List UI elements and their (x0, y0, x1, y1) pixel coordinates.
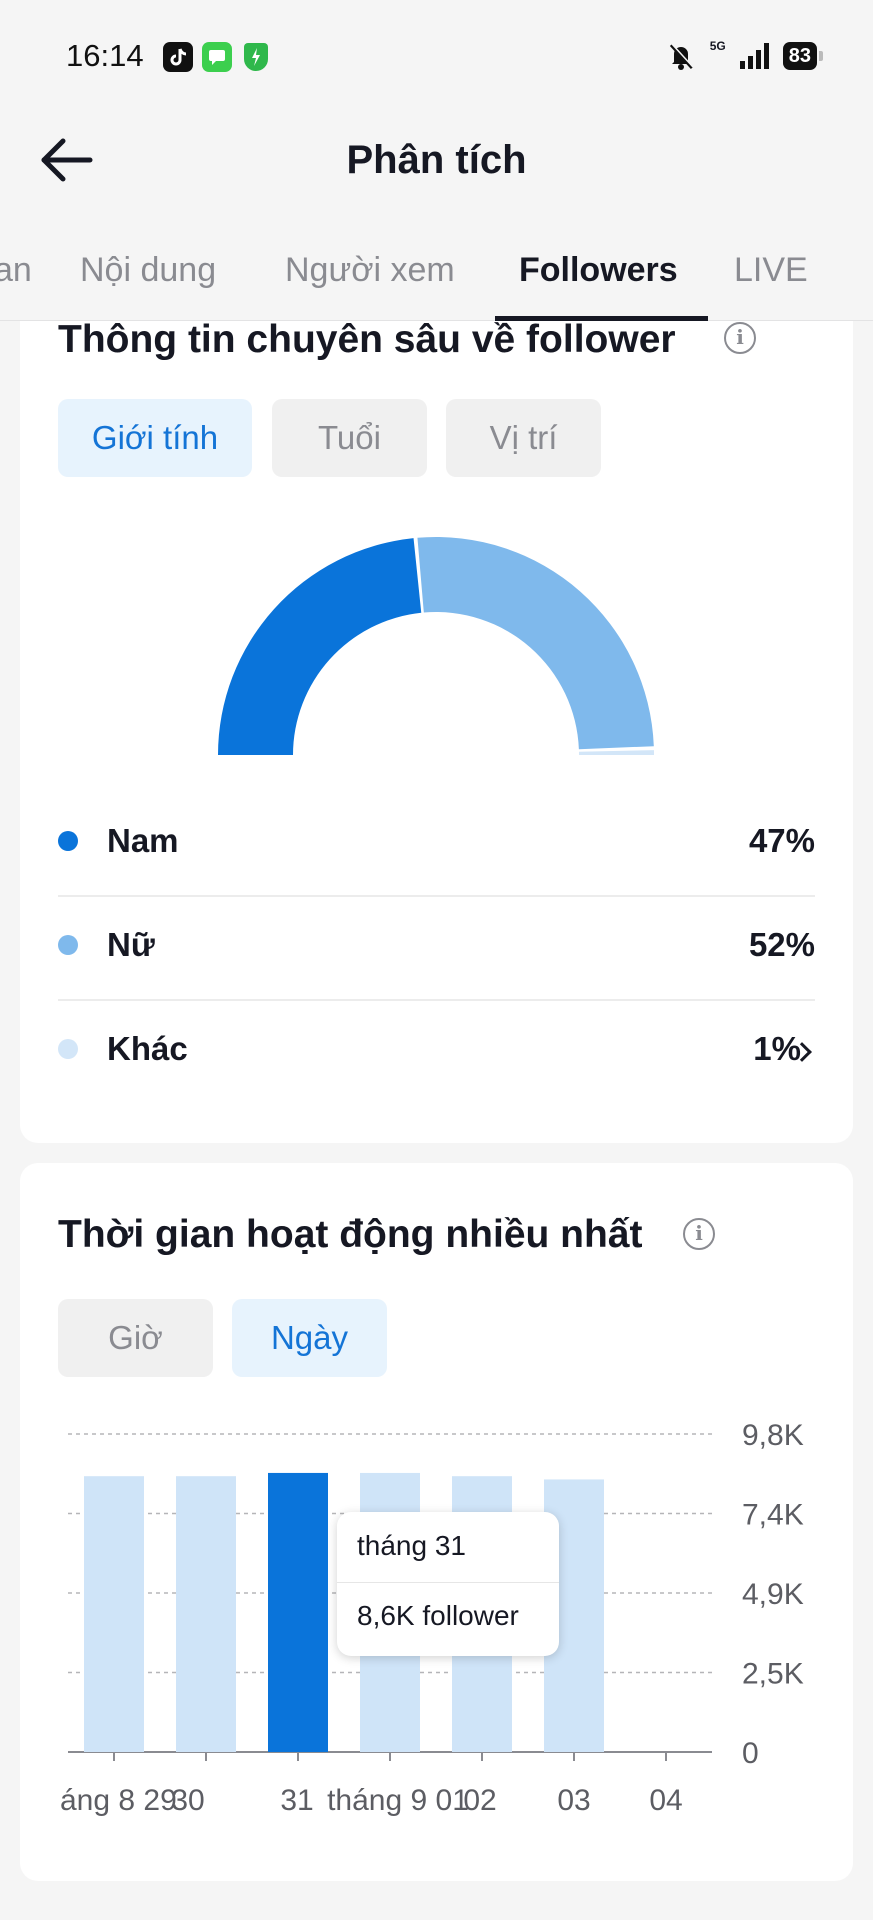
legend-dot-other (58, 1039, 78, 1059)
tiktok-notification-icon (163, 42, 193, 72)
tab-live[interactable]: LIVE (734, 251, 808, 290)
legend-row-male: Nam 47% (58, 793, 815, 897)
legend-row-other[interactable]: Khác 1% (58, 1001, 815, 1105)
tab-overview[interactable]: an (0, 251, 32, 290)
status-time: 16:14 (66, 38, 144, 73)
info-icon[interactable]: i (683, 1218, 715, 1250)
legend-label: Nữ (107, 926, 155, 963)
legend-value: 52% (748, 926, 815, 963)
tooltip-value: 8,6K follower (357, 1600, 519, 1631)
legend-dot-male (58, 831, 78, 851)
bell-muted-icon (669, 43, 694, 70)
follower-insights-card: Thông tin chuyên sâu về follower i Giới … (20, 300, 853, 1143)
active-times-title: Thời gian hoạt động nhiều nhất (58, 1213, 643, 1256)
shield-notification-icon (244, 43, 268, 71)
tab-followers[interactable]: Followers (519, 251, 678, 290)
donut-slice-0 (218, 538, 422, 755)
legend-value: 47% (748, 822, 815, 859)
filter-day[interactable]: Ngày (232, 1299, 387, 1377)
analytics-tabs: an Nội dung Người xem Followers LIVE (0, 215, 873, 321)
donut-slice-1 (417, 537, 654, 750)
signal-icon (739, 43, 769, 69)
status-bar: 16:14 5G 83 (0, 0, 873, 110)
legend-row-female: Nữ 52% (58, 897, 815, 1001)
legend-label: Nam (107, 822, 179, 859)
battery-indicator: 83 (782, 42, 824, 70)
tab-viewers[interactable]: Người xem (285, 251, 455, 290)
app-header: Phân tích (0, 110, 873, 215)
network-type: 5G (709, 39, 726, 53)
tooltip-date: tháng 31 (357, 1530, 466, 1561)
legend-label: Khác (107, 1030, 188, 1067)
tab-content[interactable]: Nội dung (80, 251, 216, 290)
filter-hour[interactable]: Giờ (58, 1299, 213, 1377)
page-title: Phân tích (346, 138, 527, 182)
legend-dot-female (58, 935, 78, 955)
gender-donut-chart (218, 537, 654, 755)
active-tab-indicator (495, 316, 708, 321)
message-notification-icon (202, 42, 232, 72)
bar-tooltip: tháng 31 8,6K follower (337, 1512, 559, 1656)
donut-slice-2 (578, 750, 654, 755)
